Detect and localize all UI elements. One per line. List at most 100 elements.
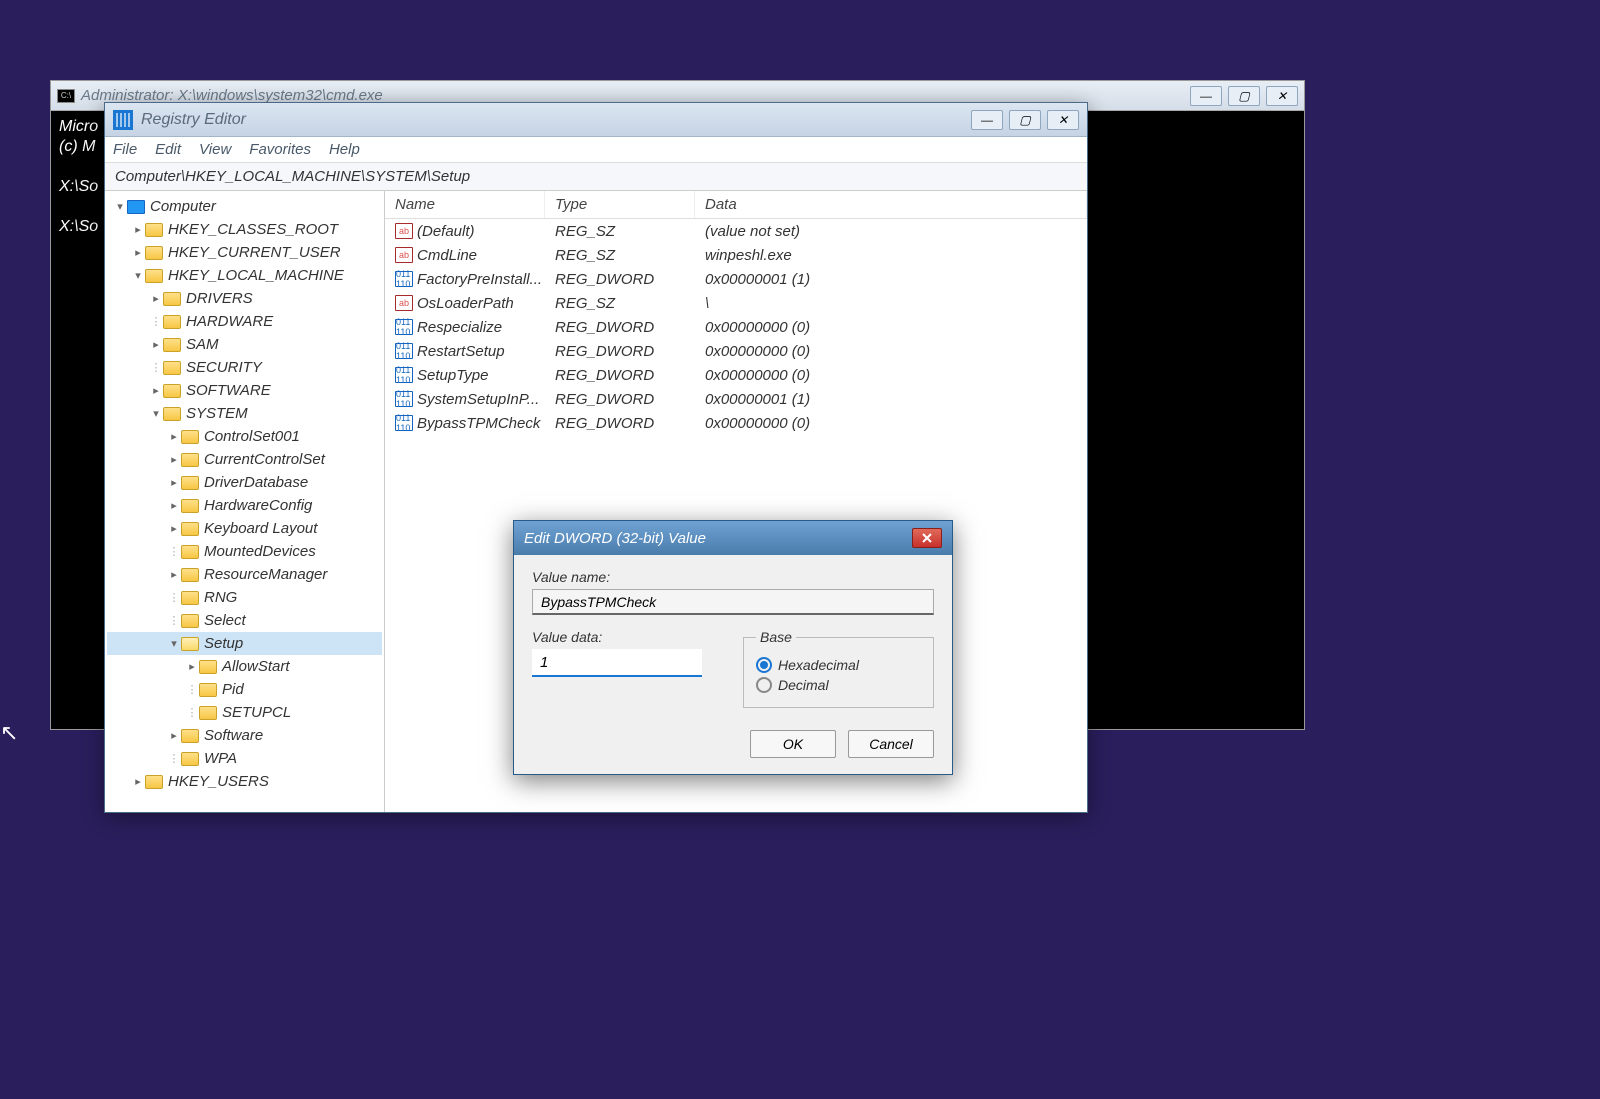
tree-label: ResourceManager (204, 566, 327, 583)
expand-icon[interactable] (167, 729, 181, 742)
expand-icon[interactable] (167, 522, 181, 535)
tree-label: Keyboard Layout (204, 520, 317, 537)
expand-icon[interactable] (167, 637, 181, 650)
value-data-input[interactable] (532, 649, 702, 677)
cmd-close-button[interactable]: ✕ (1266, 86, 1298, 106)
tree-item[interactable]: HKEY_LOCAL_MACHINE (107, 264, 382, 287)
folder-icon (163, 407, 181, 421)
tree-item[interactable]: Software (107, 724, 382, 747)
menu-favorites[interactable]: Favorites (249, 141, 311, 158)
expand-icon[interactable] (149, 407, 163, 420)
cmd-maximize-button[interactable]: ▢ (1228, 86, 1260, 106)
list-row[interactable]: 011 110SetupTypeREG_DWORD0x00000000 (0) (385, 363, 1087, 387)
value-name: Respecialize (417, 319, 502, 336)
tree-item[interactable]: DriverDatabase (107, 471, 382, 494)
tree-line-icon (185, 683, 199, 696)
value-name: RestartSetup (417, 343, 505, 360)
tree-label: HARDWARE (186, 313, 273, 330)
tree-item[interactable]: AllowStart (107, 655, 382, 678)
tree-label: SAM (186, 336, 219, 353)
menu-view[interactable]: View (199, 141, 231, 158)
value-type: REG_SZ (545, 247, 695, 264)
regedit-titlebar[interactable]: Registry Editor — ▢ ✕ (105, 103, 1087, 137)
tree-label: MountedDevices (204, 543, 316, 560)
expand-icon[interactable] (149, 292, 163, 305)
tree-item[interactable]: SYSTEM (107, 402, 382, 425)
regedit-minimize-button[interactable]: — (971, 110, 1003, 130)
tree-item[interactable]: HardwareConfig (107, 494, 382, 517)
regedit-title: Registry Editor (141, 111, 971, 129)
expand-icon[interactable] (131, 223, 145, 236)
tree-item[interactable]: ResourceManager (107, 563, 382, 586)
expand-icon[interactable] (167, 453, 181, 466)
list-header[interactable]: Name Type Data (385, 191, 1087, 219)
list-row[interactable]: 011 110RestartSetupREG_DWORD0x00000000 (… (385, 339, 1087, 363)
value-type: REG_DWORD (545, 271, 695, 288)
address-bar[interactable]: Computer\HKEY_LOCAL_MACHINE\SYSTEM\Setup (105, 163, 1087, 191)
ok-button[interactable]: OK (750, 730, 836, 758)
list-row[interactable]: 011 110SystemSetupInP...REG_DWORD0x00000… (385, 387, 1087, 411)
cmd-minimize-button[interactable]: — (1190, 86, 1222, 106)
tree-item[interactable]: ▸MountedDevices (107, 540, 382, 563)
list-row[interactable]: abOsLoaderPathREG_SZ\ (385, 291, 1087, 315)
tree-item[interactable]: ▸SECURITY (107, 356, 382, 379)
menu-help[interactable]: Help (329, 141, 360, 158)
expand-icon[interactable] (131, 775, 145, 788)
tree-label: SETUPCL (222, 704, 291, 721)
tree-item[interactable]: ▸RNG (107, 586, 382, 609)
column-type[interactable]: Type (545, 191, 695, 218)
tree-line-icon (167, 591, 181, 604)
value-data: 0x00000000 (0) (695, 367, 1087, 384)
dialog-close-button[interactable] (912, 528, 942, 548)
tree-item[interactable]: ▸Select (107, 609, 382, 632)
list-row[interactable]: 011 110FactoryPreInstall...REG_DWORD0x00… (385, 267, 1087, 291)
column-data[interactable]: Data (695, 191, 1087, 218)
column-name[interactable]: Name (385, 191, 545, 218)
tree-item[interactable]: Computer (107, 195, 382, 218)
expand-icon[interactable] (149, 338, 163, 351)
expand-icon[interactable] (167, 499, 181, 512)
menu-file[interactable]: File (113, 141, 137, 158)
dialog-titlebar[interactable]: Edit DWORD (32-bit) Value (514, 521, 952, 555)
folder-icon (163, 292, 181, 306)
expand-icon[interactable] (185, 660, 199, 673)
tree-item[interactable]: Setup (107, 632, 382, 655)
regedit-close-button[interactable]: ✕ (1047, 110, 1079, 130)
tree-item[interactable]: Keyboard Layout (107, 517, 382, 540)
expand-icon[interactable] (131, 269, 145, 282)
dword-icon: 011 110 (395, 271, 413, 287)
cancel-button[interactable]: Cancel (848, 730, 934, 758)
tree-item[interactable]: CurrentControlSet (107, 448, 382, 471)
expand-icon[interactable] (167, 568, 181, 581)
tree-item[interactable]: SAM (107, 333, 382, 356)
tree-item[interactable]: HKEY_CLASSES_ROOT (107, 218, 382, 241)
regedit-maximize-button[interactable]: ▢ (1009, 110, 1041, 130)
tree-item[interactable]: HKEY_USERS (107, 770, 382, 793)
registry-tree[interactable]: ComputerHKEY_CLASSES_ROOT HKEY_CURRENT_US… (105, 191, 385, 812)
tree-item[interactable]: HKEY_CURRENT_USER (107, 241, 382, 264)
tree-item[interactable]: ControlSet001 (107, 425, 382, 448)
tree-item[interactable]: ▸SETUPCL (107, 701, 382, 724)
value-name: SetupType (417, 367, 488, 384)
tree-item[interactable]: ▸WPA (107, 747, 382, 770)
tree-item[interactable]: ▸Pid (107, 678, 382, 701)
expand-icon[interactable] (113, 200, 127, 213)
list-row[interactable]: abCmdLineREG_SZwinpeshl.exe (385, 243, 1087, 267)
tree-label: HKEY_CURRENT_USER (168, 244, 341, 261)
tree-item[interactable]: SOFTWARE (107, 379, 382, 402)
expand-icon[interactable] (131, 246, 145, 259)
list-row[interactable]: 011 110RespecializeREG_DWORD0x00000000 (… (385, 315, 1087, 339)
radio-hexadecimal[interactable]: Hexadecimal (756, 657, 921, 673)
expand-icon[interactable] (149, 384, 163, 397)
folder-icon (163, 384, 181, 398)
radio-decimal[interactable]: Decimal (756, 677, 921, 693)
expand-icon[interactable] (167, 476, 181, 489)
list-row[interactable]: 011 110BypassTPMCheckREG_DWORD0x00000000… (385, 411, 1087, 435)
value-name-input[interactable] (532, 589, 934, 615)
menu-edit[interactable]: Edit (155, 141, 181, 158)
tree-item[interactable]: DRIVERS (107, 287, 382, 310)
expand-icon[interactable] (167, 430, 181, 443)
string-icon: ab (395, 295, 413, 311)
list-row[interactable]: ab(Default)REG_SZ(value not set) (385, 219, 1087, 243)
tree-item[interactable]: ▸HARDWARE (107, 310, 382, 333)
